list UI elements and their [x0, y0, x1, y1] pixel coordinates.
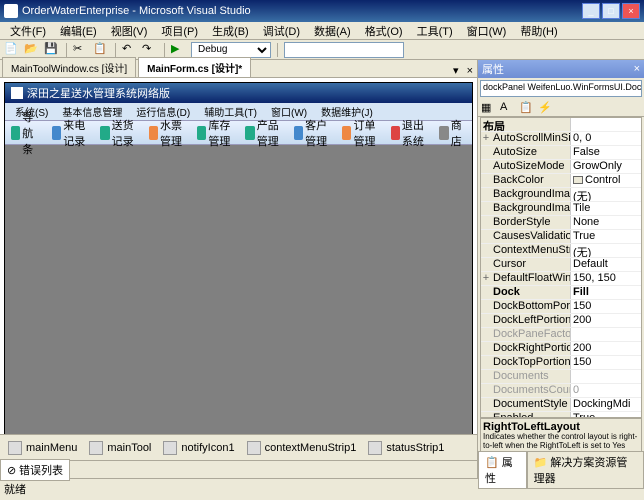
tab-maintoolwindow[interactable]: MainToolWindow.cs [设计] [2, 57, 136, 77]
property-row[interactable]: CausesValidationTrue [481, 230, 641, 244]
document-tabs: MainToolWindow.cs [设计] MainForm.cs [设计]*… [0, 60, 477, 78]
tray-component[interactable]: contextMenuStrip1 [247, 441, 357, 455]
tray-component[interactable]: statusStrip1 [368, 441, 444, 455]
tray-component[interactable]: mainTool [89, 441, 151, 455]
copy-icon[interactable]: 📋 [93, 42, 109, 58]
main-menubar: 文件(F)编辑(E)视图(V)项目(P)生成(B)调试(D)数据(A)格式(O)… [0, 22, 644, 40]
form-toolbar: 导航条来电记录送货记录水票管理库存管理产品管理客户管理订单管理退出系统商店 [5, 121, 472, 145]
property-row[interactable]: +DefaultFloatWindowSize150, 150 [481, 272, 641, 286]
toolbar-button[interactable]: 库存管理 [193, 123, 241, 143]
property-row[interactable]: DocumentsCount0 [481, 384, 641, 398]
property-row[interactable]: DockFill [481, 286, 641, 300]
menu-item[interactable]: 调试(D) [257, 22, 306, 40]
form-titlebar: 深田之星送水管理系统网络版 [5, 83, 472, 103]
property-row[interactable]: +AutoScrollMinSize0, 0 [481, 132, 641, 146]
object-selector[interactable]: dockPanel WeifenLuo.WinFormsUI.Docking.D… [480, 80, 642, 97]
categorized-icon[interactable]: ▦ [480, 100, 498, 116]
solution-explorer-tab[interactable]: 📁 解决方案资源管理器 [527, 451, 644, 489]
error-icon: ⊘ [7, 465, 16, 477]
form-designer[interactable]: 深田之星送水管理系统网络版 系统(S)基本信息管理运行信息(D)辅助工具(T)窗… [0, 78, 477, 434]
toolbar-button[interactable]: 商店 [435, 123, 470, 143]
events-icon[interactable]: ⚡ [537, 100, 555, 116]
status-text: 就绪 [4, 481, 26, 497]
config-combo[interactable]: Debug [191, 42, 271, 58]
menu-item[interactable]: 窗口(W) [461, 22, 513, 40]
properties-panel: 属性 × dockPanel WeifenLuo.WinFormsUI.Dock… [478, 60, 644, 478]
window-titlebar: OrderWaterEnterprise - Microsoft Visual … [0, 0, 644, 22]
maximize-button[interactable]: □ [602, 3, 620, 19]
run-icon[interactable]: ▶ [171, 42, 187, 58]
properties-icon[interactable]: 📋 [518, 100, 536, 116]
toolbar-button[interactable]: 导航条 [7, 123, 48, 143]
property-row[interactable]: BackColorControl [481, 174, 641, 188]
property-row[interactable]: Documents [481, 370, 641, 384]
menu-item[interactable]: 编辑(E) [54, 22, 103, 40]
menu-item[interactable]: 文件(F) [4, 22, 52, 40]
toolbar-button[interactable]: 来电记录 [48, 123, 96, 143]
property-row[interactable]: BorderStyleNone [481, 216, 641, 230]
property-row[interactable]: ContextMenuStrip(无) [481, 244, 641, 258]
menu-item[interactable]: 格式(O) [359, 22, 409, 40]
open-icon[interactable]: 📂 [24, 42, 40, 58]
property-row[interactable]: DockTopPortion150 [481, 356, 641, 370]
property-row[interactable]: DockBottomPortion150 [481, 300, 641, 314]
error-list-tab[interactable]: ⊘ 错误列表 [0, 459, 70, 481]
property-row[interactable]: DocumentStyleDockingMdi [481, 398, 641, 412]
property-row[interactable]: 布局 [481, 118, 641, 132]
vs-icon [4, 4, 18, 18]
tab-dropdown-icon[interactable]: ▾ [449, 64, 463, 77]
minimize-button[interactable]: _ [582, 3, 600, 19]
menu-item[interactable]: 项目(P) [155, 22, 204, 40]
toolbar-button[interactable]: 订单管理 [338, 123, 386, 143]
property-row[interactable]: AutoSizeModeGrowOnly [481, 160, 641, 174]
properties-tab[interactable]: 📋 属性 [478, 451, 527, 489]
property-row[interactable]: BackgroundImageLayoutTile [481, 202, 641, 216]
toolbar-button[interactable]: 产品管理 [241, 123, 289, 143]
tray-component[interactable]: mainMenu [8, 441, 77, 455]
tab-close-icon[interactable]: × [463, 65, 477, 77]
search-combo[interactable] [284, 42, 404, 58]
toolbar-button[interactable]: 客户管理 [290, 123, 338, 143]
form-icon [11, 87, 23, 99]
property-row[interactable]: BackgroundImage(无) [481, 188, 641, 202]
redo-icon[interactable]: ↷ [142, 42, 158, 58]
form-title-text: 深田之星送水管理系统网络版 [27, 85, 170, 101]
menu-item[interactable]: 生成(B) [206, 22, 255, 40]
property-row[interactable]: AutoSizeFalse [481, 146, 641, 160]
undo-icon[interactable]: ↶ [122, 42, 138, 58]
save-icon[interactable]: 💾 [44, 42, 60, 58]
properties-title: 属性 [482, 61, 504, 77]
menu-item[interactable]: 数据(A) [308, 22, 357, 40]
tray-component[interactable]: notifyIcon1 [163, 441, 234, 455]
menu-item[interactable]: 工具(T) [411, 22, 459, 40]
form-client-area[interactable] [5, 145, 472, 434]
menu-item[interactable]: 帮助(H) [514, 22, 563, 40]
toolbar-button[interactable]: 送货记录 [96, 123, 144, 143]
panel-close-icon[interactable]: × [634, 63, 640, 75]
tab-mainform[interactable]: MainForm.cs [设计]* [138, 57, 251, 77]
property-row[interactable]: DockLeftPortion200 [481, 314, 641, 328]
property-row[interactable]: DockPaneFactory [481, 328, 641, 342]
window-title: OrderWaterEnterprise - Microsoft Visual … [22, 5, 251, 17]
menu-item[interactable]: 视图(V) [105, 22, 154, 40]
component-tray: mainMenu mainTool notifyIcon1 contextMenuSt… [0, 434, 477, 460]
property-row[interactable]: CursorDefault [481, 258, 641, 272]
toolbar-button[interactable]: 水票管理 [145, 123, 193, 143]
cut-icon[interactable]: ✂ [73, 42, 89, 58]
alphabetical-icon[interactable]: A [499, 100, 517, 116]
property-row[interactable]: DockRightPortion200 [481, 342, 641, 356]
new-icon[interactable]: 📄 [4, 42, 20, 58]
close-button[interactable]: × [622, 3, 640, 19]
toolbar-button[interactable]: 退出系统 [387, 123, 435, 143]
property-grid[interactable]: 布局+AutoScrollMinSize0, 0AutoSizeFalseAut… [480, 117, 642, 418]
